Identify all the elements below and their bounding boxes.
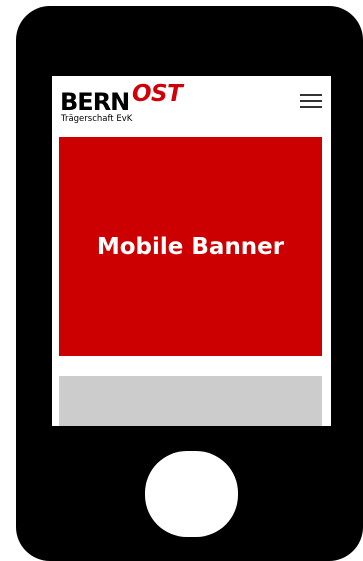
home-button[interactable] xyxy=(145,451,238,537)
content-placeholder xyxy=(59,376,322,426)
logo-subtitle: Trägerschaft EvK xyxy=(61,114,133,124)
logo-brand-main: BERN xyxy=(60,88,130,116)
logo-brand-accent: OST xyxy=(132,81,183,107)
phone-screen: BERN OST Trägerschaft EvK Mobile Banner xyxy=(52,76,331,426)
site-header: BERN OST Trägerschaft EvK xyxy=(52,76,331,136)
mobile-banner[interactable]: Mobile Banner xyxy=(59,137,322,356)
hamburger-menu-icon[interactable] xyxy=(298,89,324,109)
site-logo[interactable]: BERN OST Trägerschaft EvK xyxy=(60,82,210,126)
banner-label: Mobile Banner xyxy=(96,233,285,260)
